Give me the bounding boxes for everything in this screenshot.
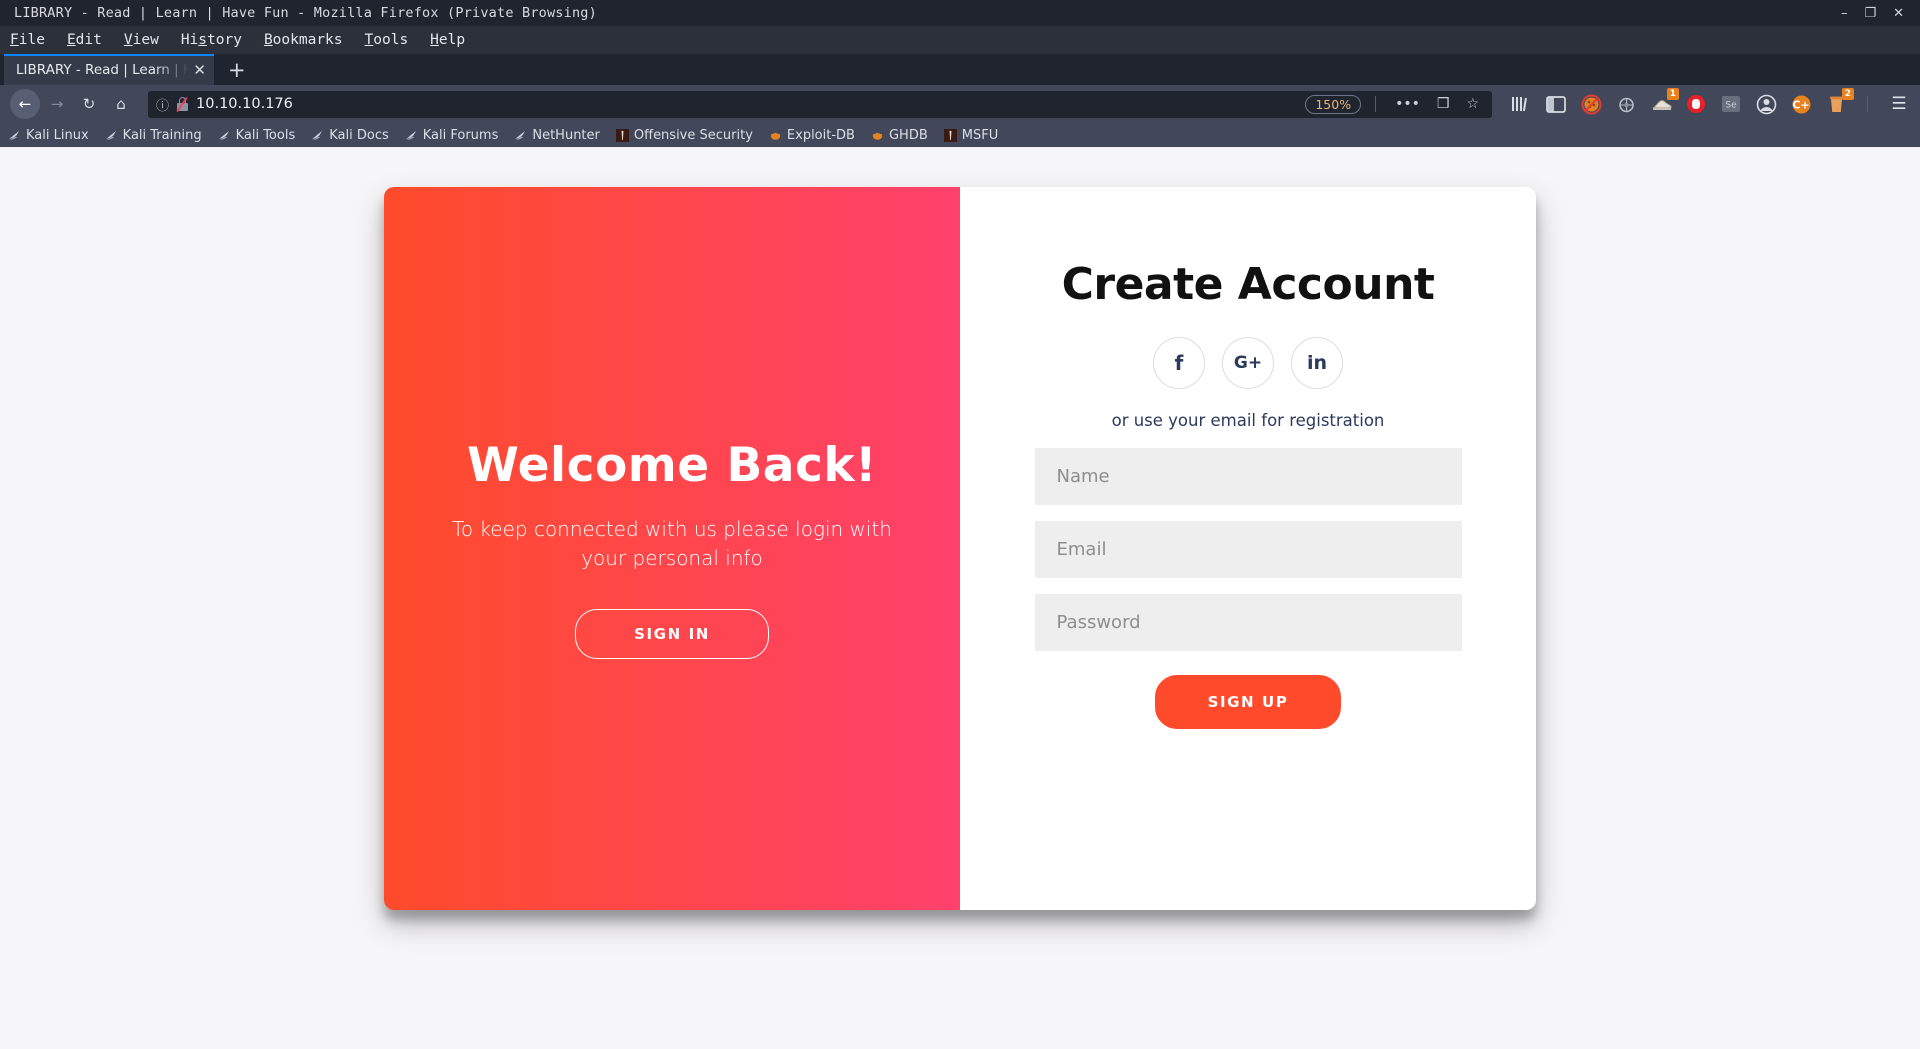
svg-text:C+: C+ — [1792, 98, 1809, 111]
social-login-row: f G+ in — [1153, 337, 1343, 389]
exploitdb-icon — [872, 132, 883, 140]
bookmark-kali-linux[interactable]: Kali Linux — [8, 128, 89, 143]
tab-close-icon[interactable]: ✕ — [189, 61, 206, 79]
browser-tab[interactable]: LIBRARY - Read | Learn | Have Fun ✕ — [4, 54, 214, 85]
cplus-icon[interactable]: C+ — [1790, 93, 1812, 115]
kali-dragon-icon — [105, 130, 116, 140]
wappalyzer-icon[interactable] — [1615, 93, 1637, 115]
menu-file[interactable]: File — [10, 32, 45, 48]
bookmark-ghdb[interactable]: GHDB — [871, 128, 928, 143]
kali-dragon-icon — [405, 130, 416, 140]
back-icon[interactable]: ← — [10, 89, 40, 119]
forward-icon[interactable]: → — [42, 89, 72, 119]
menu-help[interactable]: Help — [430, 32, 465, 48]
shoe-icon[interactable]: 1 — [1650, 88, 1679, 115]
insecure-lock-icon[interactable] — [176, 97, 189, 112]
pocket-icon[interactable]: ❒ — [1432, 96, 1455, 112]
signup-form-panel: Create Account f G+ in or use your email… — [960, 187, 1536, 910]
new-tab-button[interactable]: + — [214, 60, 260, 85]
shoe-icon-badge: 1 — [1666, 88, 1679, 100]
navigation-toolbar: ← → ↻ ⌂ ⓘ 10.10.10.176 150% ••• ❒ ☆ 1 Se… — [0, 85, 1920, 123]
bookmark-kali-tools[interactable]: Kali Tools — [218, 128, 295, 143]
signup-heading: Create Account — [1061, 259, 1435, 310]
offsec-icon — [615, 128, 629, 142]
trash-icon-badge: 2 — [1841, 88, 1854, 100]
welcome-overlay-panel: Welcome Back! To keep connected with us … — [384, 187, 960, 910]
selenium-icon[interactable]: Se — [1720, 93, 1742, 115]
kali-dragon-icon — [312, 130, 323, 140]
hamburger-menu-icon[interactable]: ☰ — [1888, 93, 1910, 115]
zoom-level-badge[interactable]: 150% — [1305, 94, 1362, 114]
cookie-blocker-icon[interactable] — [1580, 93, 1602, 115]
bookmark-exploit-db[interactable]: Exploit-DB — [769, 128, 855, 143]
close-button[interactable]: ✕ — [1893, 7, 1904, 20]
maximize-button[interactable]: ❐ — [1864, 7, 1876, 20]
bookmark-kali-docs[interactable]: Kali Docs — [311, 128, 389, 143]
home-icon[interactable]: ⌂ — [106, 89, 136, 119]
menu-edit[interactable]: Edit — [67, 32, 102, 48]
exploitdb-icon — [770, 132, 781, 140]
menu-tools[interactable]: Tools — [365, 32, 409, 48]
menu-history[interactable]: History — [181, 32, 242, 48]
signup-hint: or use your email for registration — [1111, 411, 1385, 430]
window-titlebar: LIBRARY - Read | Learn | Have Fun - Mozi… — [0, 0, 1920, 26]
library-icon[interactable] — [1510, 93, 1532, 115]
reload-icon[interactable]: ↻ — [74, 89, 104, 119]
menu-bookmarks[interactable]: Bookmarks — [264, 32, 343, 48]
auth-card: Welcome Back! To keep connected with us … — [384, 187, 1536, 910]
address-bar[interactable]: ⓘ 10.10.10.176 150% ••• ❒ ☆ — [148, 90, 1492, 118]
sidebar-icon[interactable] — [1545, 93, 1567, 115]
bookmark-kali-forums[interactable]: Kali Forums — [405, 128, 498, 143]
google-plus-icon[interactable]: G+ — [1222, 337, 1274, 389]
bookmarks-bar: Kali Linux Kali Training Kali Tools Kali… — [0, 123, 1920, 147]
extension-toolbar: 1 Se C+ 2 ☰ — [1504, 88, 1910, 115]
linkedin-icon[interactable]: in — [1291, 337, 1343, 389]
minimize-button[interactable]: – — [1841, 7, 1848, 20]
menubar: File Edit View History Bookmarks Tools H… — [0, 26, 1920, 54]
email-input[interactable] — [1034, 521, 1462, 578]
page-actions-icon[interactable]: ••• — [1390, 96, 1425, 112]
kali-dragon-icon — [218, 130, 229, 140]
trash-icon[interactable]: 2 — [1825, 88, 1854, 115]
svg-text:Se: Se — [1725, 101, 1737, 111]
account-icon[interactable] — [1755, 93, 1777, 115]
name-input[interactable] — [1034, 448, 1462, 505]
welcome-paragraph: To keep connected with us please login w… — [452, 517, 892, 570]
window-title: LIBRARY - Read | Learn | Have Fun - Mozi… — [14, 5, 597, 21]
toolbar-divider-2 — [1867, 96, 1868, 112]
bookmark-offensive-security[interactable]: Offensive Security — [615, 128, 753, 143]
tab-strip: LIBRARY - Read | Learn | Have Fun ✕ + — [0, 54, 1920, 85]
page-info-icon[interactable]: ⓘ — [156, 95, 169, 114]
sign-in-button[interactable]: SIGN IN — [575, 609, 769, 659]
welcome-heading: Welcome Back! — [466, 438, 878, 493]
stop-hand-icon[interactable] — [1685, 93, 1707, 115]
kali-dragon-icon — [515, 130, 526, 140]
toolbar-divider — [1375, 96, 1377, 112]
page-viewport: Welcome Back! To keep connected with us … — [0, 147, 1920, 1049]
facebook-icon[interactable]: f — [1153, 337, 1205, 389]
bookmark-star-icon[interactable]: ☆ — [1461, 96, 1484, 112]
kali-dragon-icon — [8, 130, 20, 140]
tab-title: LIBRARY - Read | Learn | Have Fun — [16, 61, 190, 78]
bookmark-nethunter[interactable]: NetHunter — [514, 128, 600, 143]
window-controls: – ❐ ✕ — [1841, 7, 1912, 20]
menu-view[interactable]: View — [124, 32, 159, 48]
password-input[interactable] — [1034, 594, 1462, 651]
sign-up-button[interactable]: SIGN UP — [1154, 675, 1342, 729]
bookmark-msfu[interactable]: MSFU — [943, 128, 998, 143]
bookmark-kali-training[interactable]: Kali Training — [105, 128, 202, 143]
url-text: 10.10.10.176 — [196, 96, 293, 112]
offsec-icon — [943, 128, 957, 142]
